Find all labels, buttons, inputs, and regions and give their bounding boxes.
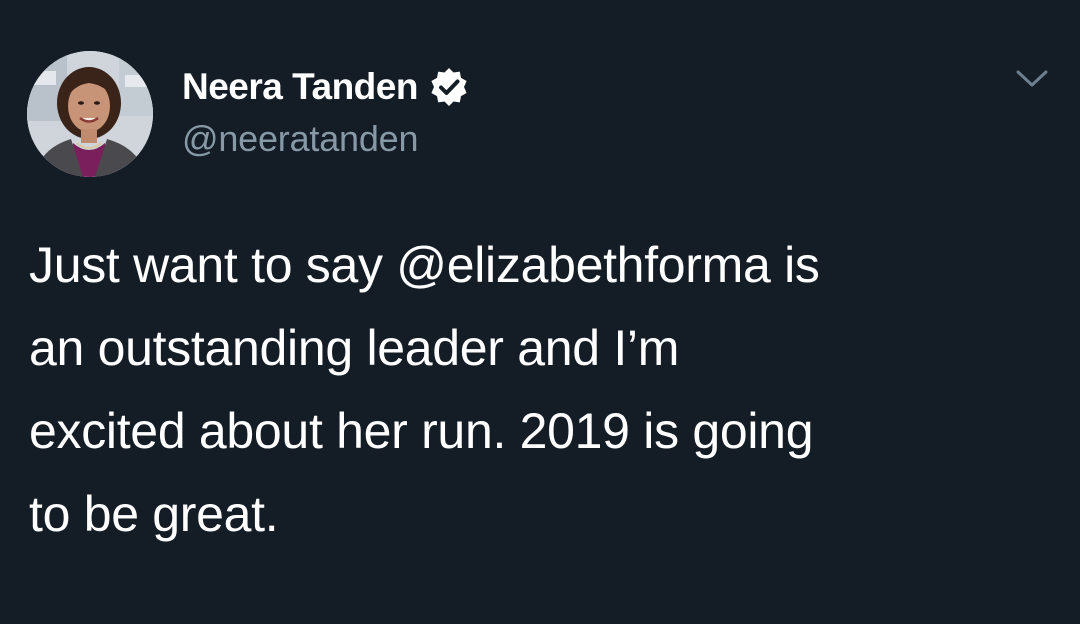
- author-handle[interactable]: @neeratanden: [182, 118, 470, 160]
- author-avatar[interactable]: [27, 51, 153, 177]
- tweet-text-line: Just want to say @elizabethforma is: [29, 237, 820, 293]
- avatar-image: [27, 51, 153, 177]
- tweet-text-line: an outstanding leader and I’m: [29, 320, 680, 376]
- tweet-card: Neera Tanden @neeratanden Just want to s…: [0, 0, 1080, 624]
- tweet-text-line: excited about her run. 2019 is going: [29, 403, 814, 459]
- author-info: Neera Tanden @neeratanden: [182, 64, 470, 160]
- verified-badge-icon: [428, 66, 470, 108]
- author-name-row: Neera Tanden: [182, 64, 470, 110]
- tweet-text: Just want to say @elizabethforma is an o…: [29, 224, 1059, 556]
- author-display-name[interactable]: Neera Tanden: [182, 66, 418, 108]
- tweet-text-line: to be great.: [29, 486, 279, 542]
- chevron-down-icon[interactable]: [1012, 64, 1052, 94]
